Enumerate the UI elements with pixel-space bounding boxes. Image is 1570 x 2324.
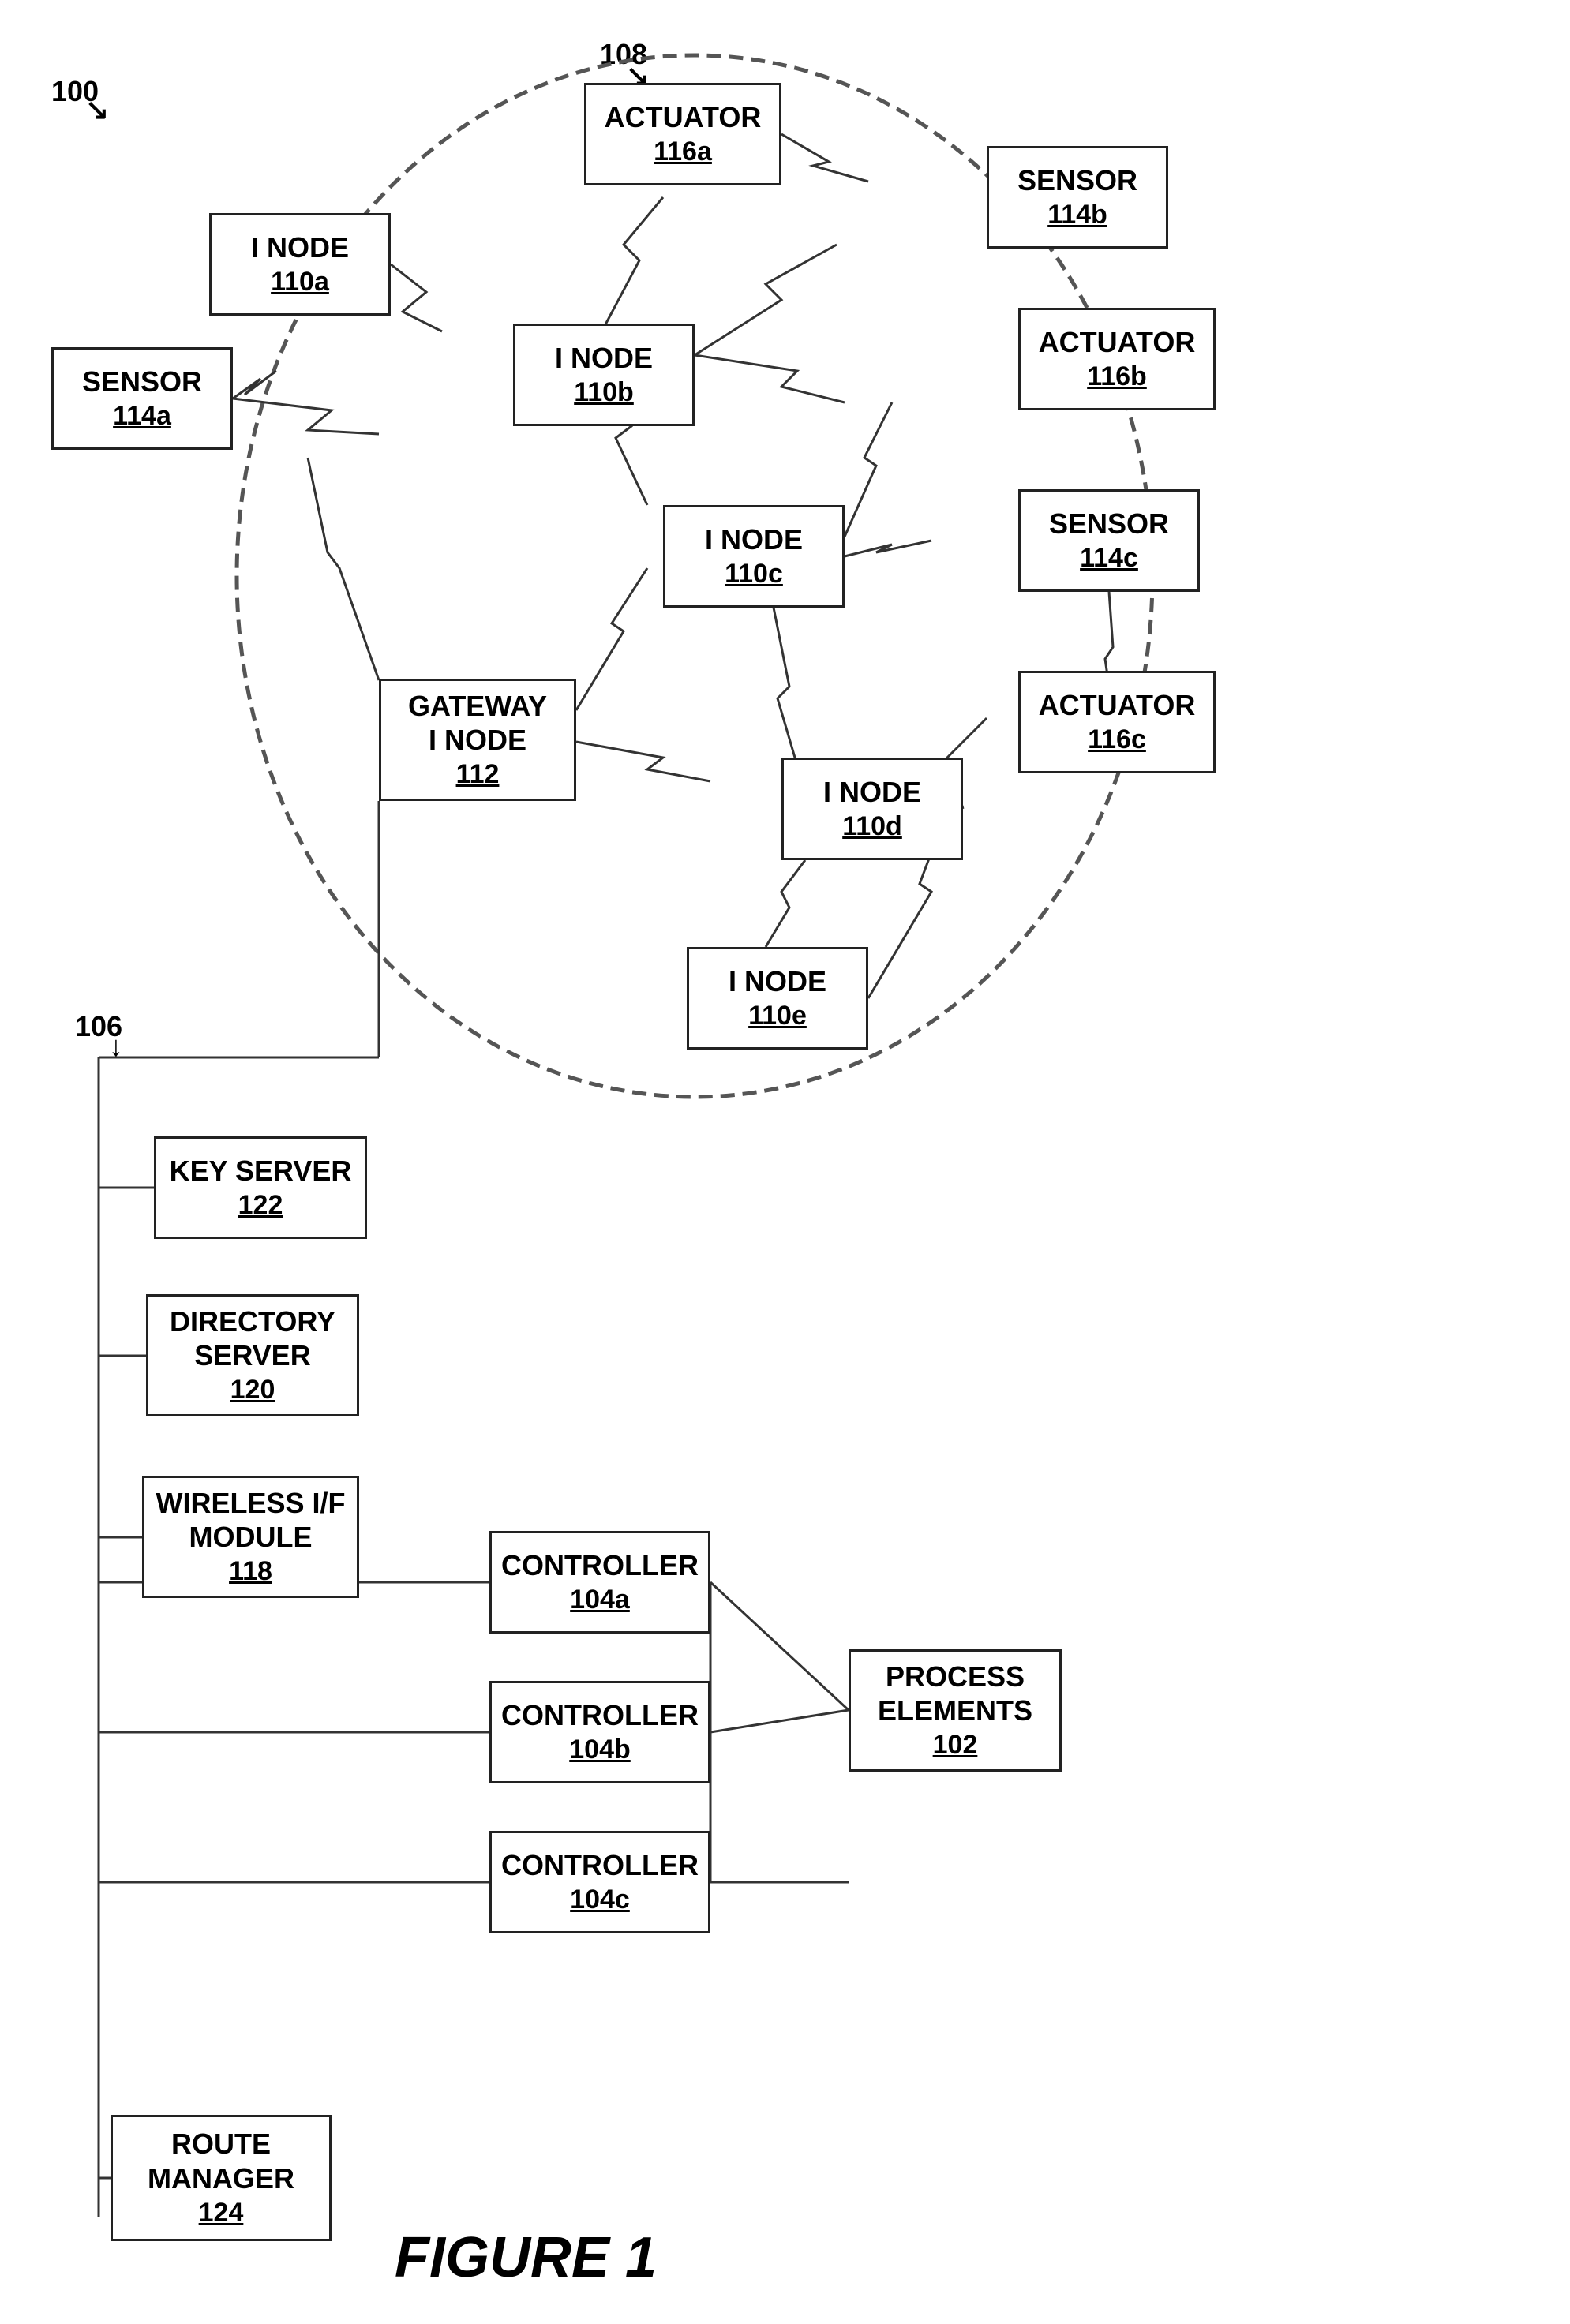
actuator-116c: ACTUATOR 116c [1018, 671, 1216, 773]
controller-104a: CONTROLLER 104a [489, 1531, 710, 1634]
actuator-116a: ACTUATOR 116a [584, 83, 781, 185]
controller-104b: CONTROLLER 104b [489, 1681, 710, 1783]
inode-110c: I NODE 110c [663, 505, 845, 608]
gateway-inode-112: GATEWAYI NODE 112 [379, 679, 576, 801]
process-elements-102: PROCESSELEMENTS 102 [849, 1649, 1062, 1772]
route-manager-124: ROUTEMANAGER 124 [111, 2115, 332, 2241]
inode-110e: I NODE 110e [687, 947, 868, 1050]
inode-110d: I NODE 110d [781, 758, 963, 860]
actuator-116b: ACTUATOR 116b [1018, 308, 1216, 410]
controller-104c: CONTROLLER 104c [489, 1831, 710, 1933]
inode-110a: I NODE 110a [209, 213, 391, 316]
sensor-114b: SENSOR 114b [987, 146, 1168, 249]
directory-server-120: DIRECTORYSERVER 120 [146, 1294, 359, 1416]
key-server-122: KEY SERVER 122 [154, 1136, 367, 1239]
inode-110b: I NODE 110b [513, 324, 695, 426]
figure-label: FIGURE 1 [395, 2225, 657, 2290]
sensor-114c: SENSOR 114c [1018, 489, 1200, 592]
wireless-if-module-118: WIRELESS I/FMODULE 118 [142, 1476, 359, 1598]
sensor-114a: SENSOR 114a [51, 347, 233, 450]
diagram: 100 ↘ 106 ↓ 108 ↘ [0, 0, 1570, 2324]
